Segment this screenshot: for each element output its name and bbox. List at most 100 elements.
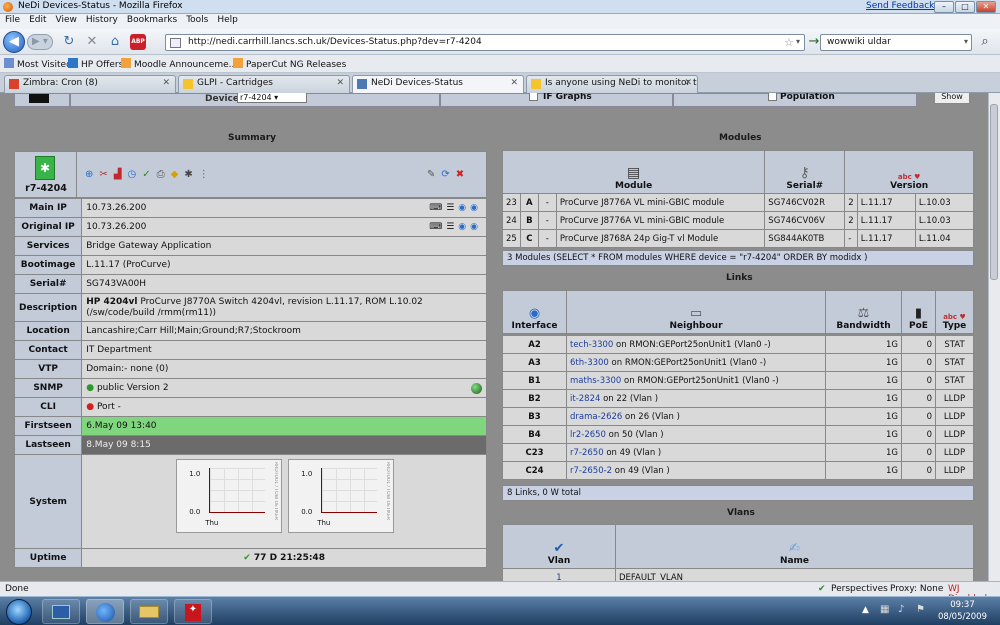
- browser-icon[interactable]: ☰: [446, 203, 458, 213]
- link-neighbour: it-2824 on 22 (Vlan ): [566, 389, 826, 408]
- neighbour-link[interactable]: it-2824: [570, 394, 600, 404]
- url-dropdown-icon[interactable]: ▾: [796, 37, 800, 46]
- neighbour-link[interactable]: r7-2650: [570, 448, 604, 458]
- location-value: Lancashire;Carr Hill;Main;Ground;R7;Stoc…: [81, 321, 487, 341]
- tab-zimbra[interactable]: Zimbra: Cron (8) ✕: [4, 75, 176, 93]
- search-box[interactable]: wowwiki uldar ▾: [820, 34, 972, 51]
- bug-icon[interactable]: ✱: [184, 169, 198, 180]
- send-feedback-link[interactable]: Send Feedback: [866, 1, 934, 11]
- population-checkbox[interactable]: [768, 93, 777, 101]
- tools-icon[interactable]: ✂: [99, 169, 113, 180]
- start-button[interactable]: [6, 599, 32, 625]
- link-type: LLDP: [935, 389, 974, 408]
- menu-tools[interactable]: Tools: [181, 14, 212, 25]
- device-select[interactable]: r7-4204 ▾: [237, 93, 307, 103]
- tray-show-hidden-icon[interactable]: ▲: [862, 605, 869, 615]
- menu-help[interactable]: Help: [212, 14, 242, 25]
- terminal-icon[interactable]: ⌨: [429, 222, 446, 232]
- close-window-button[interactable]: ✕: [976, 1, 996, 13]
- edit-icon[interactable]: ✎: [427, 169, 441, 180]
- proxy-status[interactable]: Proxy: None: [890, 584, 943, 594]
- neighbour-link[interactable]: 6th-3300: [570, 358, 609, 368]
- search-dropdown-icon[interactable]: ▾: [964, 37, 968, 46]
- perspectives-button[interactable]: Perspectives: [831, 584, 888, 594]
- printer-icon[interactable]: ⎙: [157, 169, 171, 180]
- taskbar-acrobat[interactable]: ✦: [174, 599, 212, 624]
- link-row: B2 it-2824 on 22 (Vlan ) 1G 0 LLDP: [502, 389, 974, 408]
- browser-icon[interactable]: ☰: [446, 222, 458, 232]
- neighbour-link[interactable]: r7-2650-2: [570, 466, 612, 476]
- snmp-status-icon[interactable]: [471, 382, 482, 394]
- clock-icon[interactable]: ◷: [127, 169, 142, 180]
- graph-plot-area: [321, 468, 378, 513]
- neighbour-link[interactable]: lr2-2650: [570, 430, 606, 440]
- network-icon[interactable]: ◉: [458, 222, 470, 232]
- tab-close-icon[interactable]: ✕: [336, 78, 344, 88]
- tab-close-icon[interactable]: ✕: [162, 78, 170, 88]
- search-go-icon[interactable]: ⌕: [976, 33, 994, 51]
- site-identity-icon[interactable]: [170, 38, 181, 48]
- if-graphs-checkbox[interactable]: [529, 93, 538, 101]
- description-value: ProCurve J8770A Switch 4204vl, revision …: [86, 296, 423, 318]
- menu-bookmarks[interactable]: Bookmarks: [122, 14, 181, 25]
- terminal-icon[interactable]: ⌨: [429, 203, 446, 213]
- interface-header: Interface: [511, 321, 558, 331]
- main-ip-value[interactable]: 10.73.26.200: [86, 203, 146, 213]
- bookmark-star-icon[interactable]: ☆: [784, 36, 794, 49]
- link-neighbour: 6th-3300 on RMON:GEPort25onUnit1 (Vlan0 …: [566, 353, 826, 372]
- show-button[interactable]: Show: [934, 93, 970, 104]
- check-icon[interactable]: ✓: [142, 169, 156, 180]
- reload-icon[interactable]: ↻: [60, 33, 78, 51]
- tab-glpi[interactable]: GLPI - Cartridges ✕: [178, 75, 350, 93]
- bookmark-moodle[interactable]: Moodle Announceme...: [121, 58, 237, 70]
- scrollbar-thumb[interactable]: [990, 104, 998, 280]
- clock[interactable]: 09:37 08/05/2009: [935, 599, 990, 623]
- tab-close-icon[interactable]: ✕: [684, 78, 692, 88]
- vlan-id-link[interactable]: 1: [502, 568, 616, 581]
- maximize-button[interactable]: □: [955, 1, 975, 13]
- neighbour-link[interactable]: tech-3300: [570, 340, 613, 350]
- delete-icon[interactable]: ✖: [456, 169, 470, 180]
- tray-flag-icon[interactable]: ⚑: [916, 604, 925, 615]
- minimize-button[interactable]: –: [934, 1, 954, 13]
- chart-icon[interactable]: ▟: [114, 169, 128, 180]
- taskbar-explorer[interactable]: [130, 599, 168, 624]
- tab-forum[interactable]: Is anyone using NeDi to monitor th... ✕: [526, 75, 698, 93]
- link-bandwidth: 1G: [825, 425, 902, 444]
- bookmark-hp-offers[interactable]: HP Offers: [68, 58, 123, 70]
- traffic-light-icon[interactable]: ⋮: [199, 169, 215, 180]
- link-poe: 0: [901, 371, 936, 390]
- web-icon[interactable]: ◉: [470, 222, 482, 232]
- adblock-plus-icon[interactable]: ABP: [130, 34, 146, 50]
- bookmark-papercut[interactable]: PaperCut NG Releases: [233, 58, 346, 70]
- address-bar[interactable]: http://nedi.carrhill.lancs.sch.uk/Device…: [165, 34, 805, 51]
- menu-edit[interactable]: Edit: [24, 14, 50, 25]
- neighbour-link[interactable]: maths-3300: [570, 376, 621, 386]
- tab-close-icon[interactable]: ✕: [510, 78, 518, 88]
- link-poe: 0: [901, 335, 936, 354]
- back-button[interactable]: ◀: [3, 31, 25, 53]
- network-icon[interactable]: ◉: [458, 203, 470, 213]
- summary-table: Main IP 10.73.26.200 ⌨☰◉◉ Original IP 10.73…: [13, 198, 487, 568]
- bookmark-most-visited[interactable]: Most Visited: [4, 58, 72, 70]
- cpu-graph[interactable]: 1.0 0.0 Thu RRDTOOL / TOBI OETIKER: [176, 459, 283, 533]
- menu-history[interactable]: History: [81, 14, 122, 25]
- tray-volume-icon[interactable]: ♪: [898, 604, 904, 615]
- menu-file[interactable]: File: [0, 14, 24, 25]
- stop-icon[interactable]: ✕: [83, 33, 101, 51]
- neighbour-link[interactable]: drama-2626: [570, 412, 622, 422]
- original-ip-value[interactable]: 10.73.26.200: [86, 222, 146, 232]
- web-icon[interactable]: ◉: [470, 203, 482, 213]
- title-bar: NeDi Devices-Status - Mozilla Firefox Se…: [0, 0, 1000, 14]
- home-icon[interactable]: ⌂: [106, 33, 124, 51]
- menu-view[interactable]: View: [51, 14, 81, 25]
- globe-icon[interactable]: ⊕: [85, 169, 99, 180]
- forward-button[interactable]: ▶ ▾: [27, 34, 53, 50]
- refresh-icon[interactable]: ⟳: [441, 169, 455, 180]
- taskbar-network-app[interactable]: [42, 599, 80, 624]
- memory-graph[interactable]: 1.0 0.0 Thu RRDTOOL / TOBI OETIKER: [288, 459, 395, 533]
- taskbar-firefox[interactable]: [86, 599, 124, 624]
- warning-icon[interactable]: ◆: [171, 169, 185, 180]
- tab-nedi[interactable]: NeDi Devices-Status ✕: [352, 75, 524, 94]
- tray-network-icon[interactable]: ▦: [880, 604, 889, 615]
